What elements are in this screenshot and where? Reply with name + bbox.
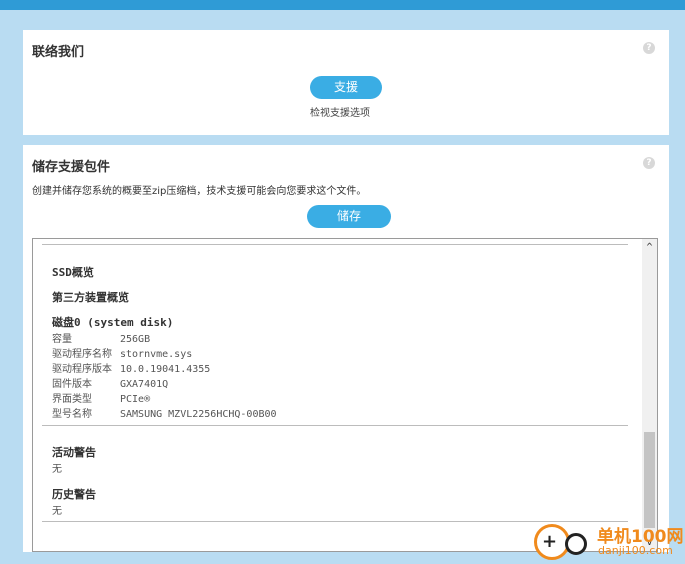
history-alerts-heading: 历史警告 [52, 488, 96, 501]
contact-panel: 联络我们 ? 支援 检视支援选项 [23, 30, 669, 135]
disk-info-value: GXA7401Q [120, 379, 169, 390]
save-package-title: 储存支援包件 [32, 160, 111, 175]
disk-heading: 磁盘0 (system disk) [52, 316, 174, 329]
disk-info-value: 256GB [120, 334, 151, 345]
third-party-overview-heading: 第三方装置概览 [52, 291, 129, 304]
report-scroll-area[interactable]: SSD概览 第三方装置概览 磁盘0 (system disk) 容量 256GB … [32, 238, 658, 552]
help-icon[interactable]: ? [643, 157, 655, 169]
watermark-plus-glyph: + [542, 531, 558, 552]
disk-info-key: 型号名称 [52, 409, 92, 420]
save-button[interactable]: 储存 [307, 205, 391, 228]
watermark-ring-icon [565, 533, 587, 555]
save-package-description: 创建并储存您系统的概要至zip压缩档，技术支援可能会向您要求这个文件。 [32, 186, 367, 197]
disk-info-row: 界面类型 PCIe® [52, 390, 150, 405]
disk-info-row: 驱动程序名称 stornvme.sys [52, 345, 192, 360]
active-alerts-value: 无 [52, 464, 62, 475]
disk-info-key: 固件版本 [52, 379, 92, 390]
disk-info-value: 10.0.19041.4355 [120, 364, 211, 375]
disk-info-value: stornvme.sys [120, 349, 193, 360]
watermark-url: danji100.com [598, 544, 673, 557]
disk-info-row: 型号名称 SAMSUNG MZVL2256HCHQ-00B00 [52, 405, 277, 420]
disk-info-value: PCIe® [120, 394, 151, 405]
scrollbar-thumb[interactable] [644, 432, 655, 528]
disk-info-key: 容量 [52, 334, 72, 345]
disk-info-key: 驱动程序名称 [52, 349, 112, 360]
ssd-overview-heading: SSD概览 [52, 266, 94, 279]
vertical-scrollbar[interactable]: ^ v [642, 239, 657, 551]
divider [42, 244, 628, 245]
watermark: + 单机100网 danji100.com [534, 519, 685, 564]
support-button[interactable]: 支援 [310, 76, 382, 99]
disk-info-row: 驱动程序版本 10.0.19041.4355 [52, 360, 210, 375]
disk-info-row: 容量 256GB [52, 330, 150, 345]
save-support-package-panel: 储存支援包件 ? 创建并储存您系统的概要至zip压缩档，技术支援可能会向您要求这… [23, 145, 669, 552]
help-icon[interactable]: ? [643, 42, 655, 54]
disk-info-key: 驱动程序版本 [52, 364, 112, 375]
active-alerts-heading: 活动警告 [52, 446, 96, 459]
disk-info-value: SAMSUNG MZVL2256HCHQ-00B00 [120, 409, 277, 420]
disk-info-row: 固件版本 GXA7401Q [52, 375, 168, 390]
contact-title: 联络我们 [32, 45, 85, 60]
history-alerts-value: 无 [52, 506, 62, 517]
disk-info-key: 界面类型 [52, 394, 92, 405]
scroll-up-arrow-icon[interactable]: ^ [642, 239, 657, 256]
divider [42, 425, 628, 426]
view-support-options-link[interactable]: 检视支援选项 [310, 104, 370, 119]
top-bar [0, 0, 685, 10]
